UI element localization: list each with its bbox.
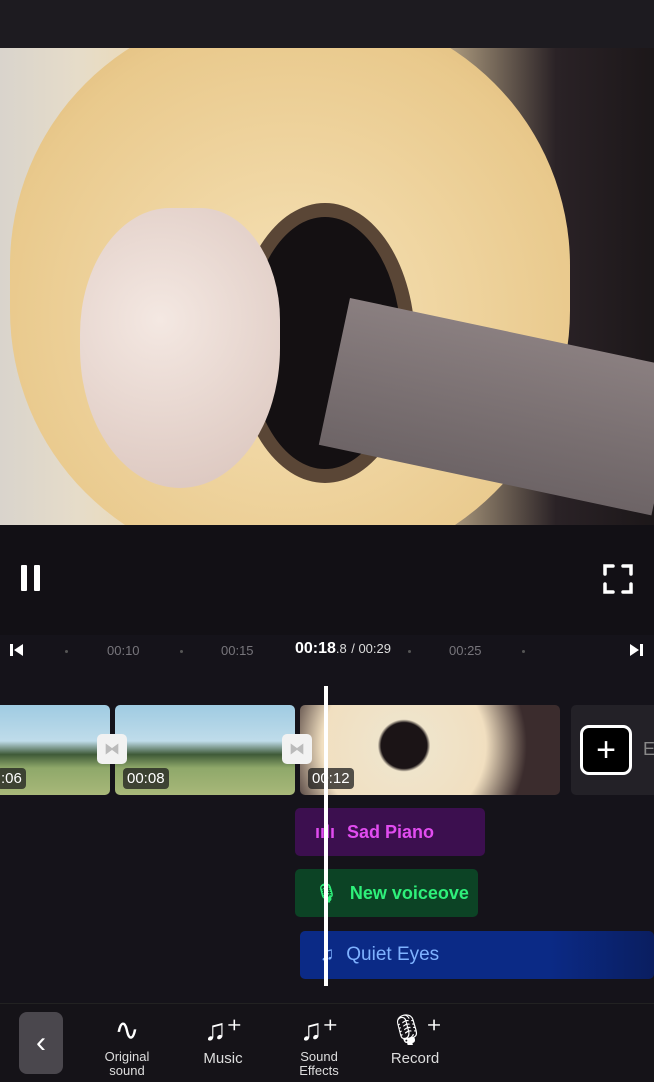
transition-button[interactable]: ⧓ [282, 734, 312, 764]
pause-button[interactable] [14, 561, 48, 595]
video-clip[interactable]: :06 [0, 705, 110, 795]
tool-label: sound [109, 1063, 145, 1078]
video-clip[interactable]: 00:08 [115, 705, 295, 795]
transition-icon: ⧓ [289, 741, 305, 758]
tool-label: Original [104, 1049, 150, 1064]
back-button[interactable]: ‹ [19, 1012, 63, 1074]
fullscreen-button[interactable] [600, 561, 636, 597]
sound-effects-button[interactable]: ♫⁺ Sound Effects [279, 1012, 359, 1078]
clip-duration: :06 [0, 768, 26, 789]
tool-label: Record [390, 1050, 440, 1067]
transition-icon: ⧓ [104, 741, 120, 758]
ruler-tick: 00:10 [107, 643, 140, 658]
video-clip[interactable]: 00:12 [300, 705, 560, 795]
current-time-main: 00:18 [295, 640, 336, 657]
tool-label: Music [203, 1050, 243, 1067]
sound-effects-add-icon: ♫⁺ [299, 1014, 339, 1047]
track-label: Sad Piano [347, 821, 435, 842]
plus-icon: + [596, 730, 616, 769]
tool-label: Effects [299, 1063, 339, 1078]
hand [80, 208, 280, 488]
current-time: 00:18.8 / 00:29 [295, 640, 391, 658]
tool-label: Sound [300, 1049, 338, 1064]
record-button[interactable]: 🎙︎⁺ Record [375, 1012, 455, 1067]
audio-track-quiet-eyes[interactable]: ♫Quiet Eyes [300, 931, 654, 979]
current-time-fraction: .8 [335, 641, 347, 656]
add-clip-button[interactable]: + [580, 725, 632, 775]
playhead[interactable] [324, 686, 328, 986]
pause-icon [21, 565, 40, 591]
clip-duration: 00:12 [308, 768, 354, 789]
bottom-toolbar: ‹ ∿ Original sound ♫⁺ Music ♫⁺ Sound Effects … [0, 1003, 654, 1082]
music-add-icon: ♫⁺ [203, 1014, 243, 1047]
microphone-add-icon: 🎙︎⁺ [388, 1014, 442, 1047]
original-sound-button[interactable]: ∿ Original sound [87, 1012, 167, 1078]
track-label: Quiet Eyes [346, 944, 440, 965]
ruler-tick: 00:25 [449, 643, 482, 658]
transition-button[interactable]: ⧓ [97, 734, 127, 764]
music-button[interactable]: ♫⁺ Music [183, 1012, 263, 1067]
track-label: New voiceove [349, 882, 469, 903]
clip-duration: 00:08 [123, 768, 169, 789]
total-time: / 00:29 [351, 641, 391, 656]
add-clip-area: + E [571, 705, 654, 795]
chevron-left-icon: ‹ [36, 1026, 46, 1059]
ruler-tick: 00:15 [221, 643, 254, 658]
video-preview[interactable] [0, 48, 654, 525]
skip-start-icon[interactable] [10, 643, 24, 657]
timeline-ruler[interactable]: 00:10 00:15 00:18.8 / 00:29 00:25 [0, 636, 654, 664]
skip-end-icon[interactable] [629, 643, 643, 657]
waveform-icon: ∿ [114, 1014, 140, 1047]
player-controls [0, 525, 654, 635]
add-label: E [643, 739, 654, 759]
audio-track-voiceover[interactable]: 🎙︎New voiceove [295, 869, 478, 917]
fullscreen-icon [603, 564, 633, 594]
top-bar [0, 0, 654, 48]
